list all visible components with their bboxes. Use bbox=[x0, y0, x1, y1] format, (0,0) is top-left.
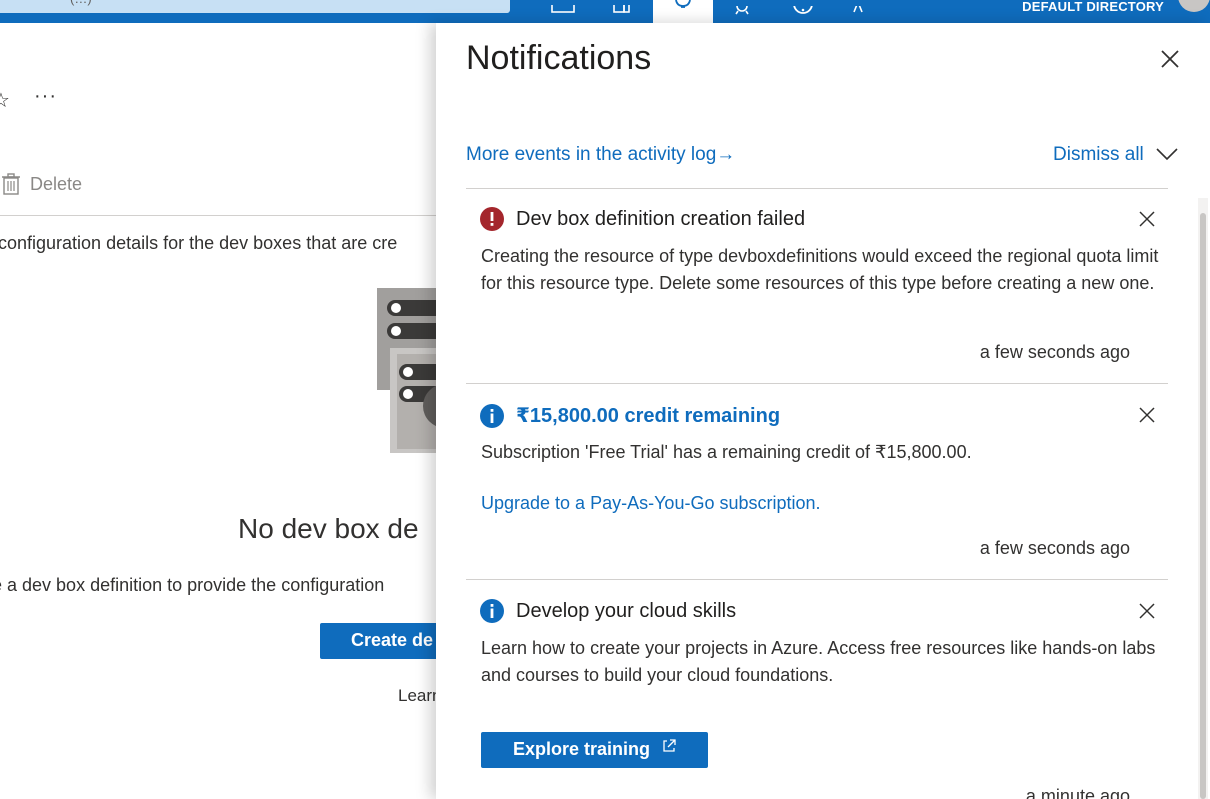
notification-header: Dev box definition creation failed bbox=[480, 207, 805, 231]
dismiss-notification-button[interactable] bbox=[1137, 405, 1157, 425]
dismiss-all-button[interactable]: Dismiss all bbox=[1053, 144, 1144, 166]
notification-title: Dev box definition creation failed bbox=[516, 207, 806, 230]
notification-header: ₹15,800.00 credit remaining bbox=[480, 403, 780, 428]
search-text: (…) bbox=[70, 0, 92, 6]
panel-title: Notifications bbox=[466, 39, 652, 77]
notification-body: Subscription 'Free Trial' has a remainin… bbox=[481, 442, 972, 462]
top-navigation-bar: (…) DEFAULT DIRECTORY bbox=[0, 0, 1210, 23]
close-icon bbox=[1139, 407, 1155, 423]
info-icon bbox=[480, 403, 504, 428]
close-icon bbox=[1161, 50, 1179, 68]
activity-log-label: More events in the activity log bbox=[466, 144, 717, 165]
notification-time: a few seconds ago bbox=[979, 342, 1130, 362]
error-icon bbox=[480, 207, 504, 231]
avatar[interactable] bbox=[1178, 0, 1210, 12]
directory-label[interactable]: DEFAULT DIRECTORY bbox=[1022, 0, 1164, 14]
chevron-down-icon bbox=[1156, 148, 1178, 161]
page-description: configuration details for the dev boxes … bbox=[0, 233, 398, 253]
close-panel-button[interactable] bbox=[1158, 47, 1182, 71]
server-illustration bbox=[377, 288, 436, 458]
notification-body: Learn how to create your projects in Azu… bbox=[481, 638, 1156, 685]
favorite-star-icon[interactable]: ☆ bbox=[0, 88, 10, 113]
upgrade-subscription-link[interactable]: Upgrade to a Pay-As-You-Go subscription. bbox=[481, 493, 821, 514]
notification-time: a few seconds ago bbox=[979, 538, 1130, 558]
notification-item: ₹15,800.00 credit remaining Subscription… bbox=[466, 403, 1168, 580]
notifications-bell-icon bbox=[673, 0, 693, 10]
create-button-label: Create de bbox=[351, 630, 434, 650]
notifications-panel: Notifications More events in the activit… bbox=[436, 23, 1210, 799]
info-icon bbox=[480, 599, 504, 623]
cloud-shell-icon[interactable] bbox=[543, 0, 583, 23]
global-search-input[interactable]: (…) bbox=[0, 0, 510, 13]
directory-filter-icon[interactable] bbox=[601, 0, 641, 23]
arrow-right-icon: → bbox=[716, 144, 736, 165]
notification-divider bbox=[466, 383, 1168, 384]
dismiss-options-chevron[interactable] bbox=[1155, 147, 1179, 166]
panel-scrollbar-thumb[interactable] bbox=[1200, 213, 1206, 799]
settings-gear-icon[interactable] bbox=[722, 0, 762, 23]
empty-state-subtitle: e a dev box definition to provide the co… bbox=[0, 575, 385, 595]
notification-title-link[interactable]: ₹15,800.00 credit remaining bbox=[516, 403, 780, 428]
empty-state-title: No dev box de bbox=[238, 513, 419, 544]
more-options-button[interactable]: ··· bbox=[34, 85, 57, 108]
command-bar-divider bbox=[0, 215, 436, 216]
help-icon[interactable] bbox=[783, 0, 823, 23]
header-divider bbox=[466, 188, 1168, 189]
notifications-tab-active[interactable] bbox=[653, 0, 713, 23]
notification-header: Develop your cloud skills bbox=[480, 599, 736, 623]
explore-training-label: Explore training bbox=[513, 739, 651, 759]
notification-body: Creating the resource of type devboxdefi… bbox=[481, 246, 1159, 293]
close-icon bbox=[1139, 211, 1155, 227]
external-link-icon bbox=[663, 739, 676, 752]
close-icon bbox=[1139, 603, 1155, 619]
notification-item: Develop your cloud skills Learn how to c… bbox=[466, 599, 1168, 799]
dev-box-definitions-page: ☆ ··· Delete configuration details for t… bbox=[0, 23, 436, 799]
delete-button[interactable]: Delete bbox=[2, 173, 82, 195]
delete-label: Delete bbox=[30, 173, 83, 194]
create-dev-box-definition-button[interactable]: Create de bbox=[320, 623, 436, 659]
notification-item: Dev box definition creation failed Creat… bbox=[466, 207, 1168, 384]
dismiss-notification-button[interactable] bbox=[1137, 601, 1157, 621]
explore-training-button[interactable]: Explore training bbox=[481, 732, 708, 768]
notification-time: a minute ago bbox=[1025, 786, 1130, 799]
dismiss-notification-button[interactable] bbox=[1137, 209, 1157, 229]
feedback-icon[interactable] bbox=[838, 0, 878, 23]
activity-log-link[interactable]: More events in the activity log→ bbox=[466, 144, 735, 166]
trash-icon bbox=[2, 173, 20, 195]
notification-divider bbox=[466, 579, 1168, 580]
learn-more-link[interactable]: Learn bbox=[398, 686, 436, 706]
notification-title: Develop your cloud skills bbox=[516, 599, 737, 622]
